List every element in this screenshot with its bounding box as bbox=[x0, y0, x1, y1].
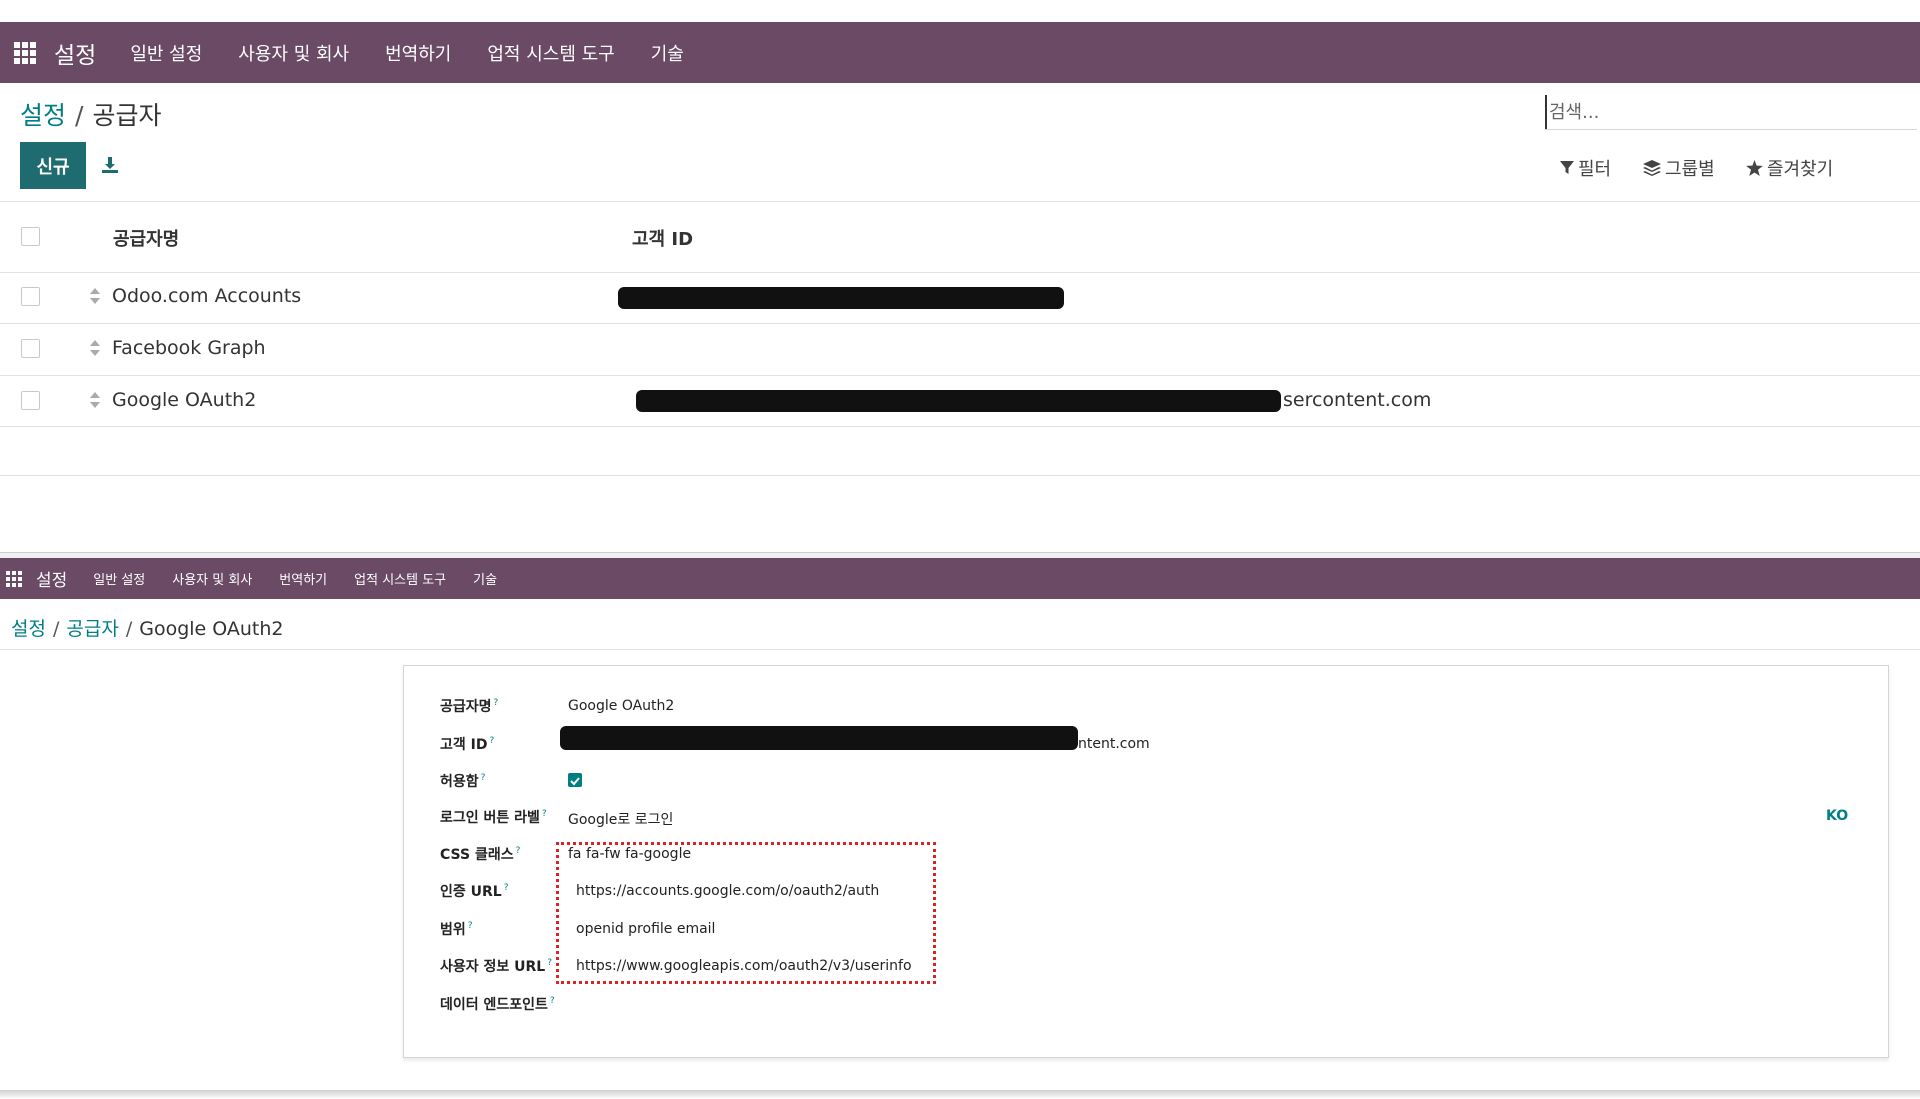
header-border bbox=[0, 272, 1920, 273]
label-data-endpoint: 데이터 엔드포인트? bbox=[440, 996, 555, 1013]
menu-translations[interactable]: 번역하기 bbox=[279, 569, 327, 588]
menu-users-companies[interactable]: 사용자 및 회사 bbox=[172, 569, 252, 588]
drag-handle-icon[interactable] bbox=[89, 288, 101, 304]
top-navbar: 설정 일반 설정 사용자 및 회사 번역하기 업적 시스템 도구 기술 bbox=[0, 22, 1920, 83]
label-client-id: 고객 ID? bbox=[440, 736, 495, 753]
breadcrumb-providers-link[interactable]: 공급자 bbox=[66, 618, 118, 640]
search-input[interactable] bbox=[1545, 95, 1917, 129]
grid-icon[interactable] bbox=[6, 570, 22, 587]
redacted-client-id bbox=[618, 287, 1064, 309]
label-provider-name: 공급자명? bbox=[440, 698, 499, 715]
menu-general-settings[interactable]: 일반 설정 bbox=[130, 40, 202, 66]
help-tooltip[interactable]: ? bbox=[481, 773, 486, 783]
help-tooltip[interactable]: ? bbox=[542, 809, 547, 819]
row-border bbox=[0, 426, 1920, 427]
favorites-toggle[interactable]: 즐겨찾기 bbox=[1746, 155, 1833, 181]
redacted-client-id bbox=[560, 726, 1078, 750]
highlight-annotation-box bbox=[556, 842, 936, 984]
provider-form-sheet: 공급자명? Google OAuth2 고객 ID? ntent.com 허용함… bbox=[403, 665, 1889, 1058]
groupby-toggle[interactable]: 그룹별 bbox=[1643, 155, 1715, 181]
filter-label: 필터 bbox=[1578, 159, 1612, 180]
control-panel-border bbox=[0, 649, 1920, 650]
field-login-button-label[interactable]: Google로 로그인 bbox=[568, 809, 673, 829]
breadcrumb-separator: / bbox=[75, 101, 84, 130]
help-tooltip[interactable]: ? bbox=[489, 736, 494, 746]
download-icon[interactable] bbox=[100, 155, 120, 175]
redacted-client-id bbox=[636, 390, 1281, 412]
grid-icon[interactable] bbox=[14, 41, 36, 64]
row-name-odoo[interactable]: Odoo.com Accounts bbox=[112, 285, 301, 307]
field-client-id[interactable]: ntent.com bbox=[1078, 736, 1150, 752]
breadcrumb: 설정 / 공급자 bbox=[20, 96, 161, 132]
row-border bbox=[0, 375, 1920, 376]
help-tooltip[interactable]: ? bbox=[468, 921, 473, 931]
drag-handle-icon[interactable] bbox=[89, 392, 101, 408]
table-top-border bbox=[0, 201, 1920, 202]
select-all-checkbox[interactable] bbox=[21, 227, 40, 246]
help-tooltip[interactable]: ? bbox=[494, 698, 499, 708]
label-login-button-label: 로그인 버튼 라벨? bbox=[440, 809, 547, 826]
label-css-class: CSS 클래스? bbox=[440, 846, 521, 863]
layers-icon bbox=[1643, 160, 1661, 176]
provider-form-screen: 설정 일반 설정 사용자 및 회사 번역하기 업적 시스템 도구 기술 설정 / 공… bbox=[0, 558, 1920, 1099]
menu-general-settings[interactable]: 일반 설정 bbox=[93, 569, 145, 588]
app-brand[interactable]: 설정 bbox=[36, 566, 67, 591]
breadcrumb-separator: / bbox=[52, 618, 60, 640]
label-allowed: 허용함? bbox=[440, 773, 486, 790]
filter-icon bbox=[1560, 161, 1574, 174]
row-checkbox[interactable] bbox=[21, 391, 40, 410]
groupby-label: 그룹별 bbox=[1665, 159, 1715, 180]
bottom-shadow bbox=[0, 1090, 1920, 1099]
breadcrumb-separator: / bbox=[125, 618, 133, 640]
new-button[interactable]: 신규 bbox=[20, 142, 86, 189]
table-bottom-border bbox=[0, 475, 1920, 476]
breadcrumb: 설정 / 공급자 / Google OAuth2 bbox=[11, 614, 284, 641]
help-tooltip[interactable]: ? bbox=[550, 996, 555, 1006]
label-scope: 범위? bbox=[440, 921, 473, 938]
row-name-facebook[interactable]: Facebook Graph bbox=[112, 337, 266, 359]
row-client-id-google: sercontent.com bbox=[1283, 389, 1432, 411]
check-icon bbox=[570, 777, 580, 786]
filter-toggle[interactable]: 필터 bbox=[1560, 155, 1611, 181]
drag-handle-icon[interactable] bbox=[89, 340, 101, 356]
language-button[interactable]: KO bbox=[1826, 808, 1848, 824]
menu-gamification-tools[interactable]: 업적 시스템 도구 bbox=[354, 569, 446, 588]
menu-technical[interactable]: 기술 bbox=[651, 40, 684, 66]
help-tooltip[interactable]: ? bbox=[547, 958, 552, 968]
search-bar bbox=[1545, 95, 1917, 130]
label-auth-url: 인증 URL? bbox=[440, 883, 509, 900]
breadcrumb-current: 공급자 bbox=[92, 101, 162, 130]
help-tooltip[interactable]: ? bbox=[516, 846, 521, 856]
row-checkbox[interactable] bbox=[21, 339, 40, 358]
provider-list-screen: 설정 일반 설정 사용자 및 회사 번역하기 업적 시스템 도구 기술 설정 / 공… bbox=[0, 0, 1920, 552]
favorites-label: 즐겨찾기 bbox=[1767, 159, 1834, 180]
menu-users-companies[interactable]: 사용자 및 회사 bbox=[238, 40, 349, 66]
label-userinfo-url: 사용자 정보 URL? bbox=[440, 958, 552, 975]
menu-translations[interactable]: 번역하기 bbox=[385, 40, 451, 66]
breadcrumb-settings-link[interactable]: 설정 bbox=[11, 618, 46, 640]
app-brand[interactable]: 설정 bbox=[54, 36, 96, 70]
row-checkbox[interactable] bbox=[21, 287, 40, 306]
row-name-google[interactable]: Google OAuth2 bbox=[112, 389, 256, 411]
menu-gamification-tools[interactable]: 업적 시스템 도구 bbox=[487, 40, 614, 66]
bottom-navbar: 설정 일반 설정 사용자 및 회사 번역하기 업적 시스템 도구 기술 bbox=[0, 558, 1920, 599]
row-border bbox=[0, 323, 1920, 324]
star-icon bbox=[1746, 160, 1763, 176]
field-provider-name[interactable]: Google OAuth2 bbox=[568, 698, 674, 714]
menu-technical[interactable]: 기술 bbox=[473, 569, 497, 588]
breadcrumb-settings-link[interactable]: 설정 bbox=[20, 101, 66, 130]
allowed-checkbox[interactable] bbox=[568, 773, 582, 787]
breadcrumb-current: Google OAuth2 bbox=[139, 618, 284, 640]
column-header-client-id[interactable]: 고객 ID bbox=[632, 225, 693, 251]
help-tooltip[interactable]: ? bbox=[504, 883, 509, 893]
column-header-provider-name[interactable]: 공급자명 bbox=[113, 225, 179, 251]
